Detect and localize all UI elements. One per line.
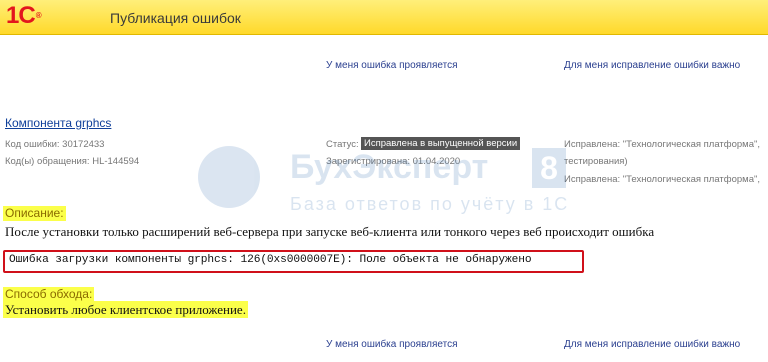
watermark-tagline: База ответов по учёту в 1С <box>290 194 570 214</box>
fix-important-link-bottom[interactable]: Для меня исправление ошибки важно <box>564 339 740 350</box>
1c-logo: 1С® <box>6 3 56 29</box>
logo-text: 1С <box>6 2 36 29</box>
appeal-codes: Код(ы) обращения: HL-144594 <box>5 156 140 167</box>
watermark-number: 8 <box>532 148 566 188</box>
header-bar: 1С® Публикация ошибок <box>0 0 768 35</box>
registered-date: Зарегистрирована: 01.04.2020 <box>326 156 461 167</box>
fixed-in-line2: тестирования) <box>564 156 628 167</box>
owl-logo-icon <box>198 146 260 208</box>
has-error-link-bottom[interactable]: У меня ошибка проявляется <box>326 339 458 350</box>
error-message-box: Ошибка загрузки компоненты grphcs: 126(0… <box>3 250 584 273</box>
description-text: После установки только расширений веб-се… <box>5 224 655 239</box>
component-title-link[interactable]: Компонента grphcs <box>5 116 111 130</box>
fixed-in-line3: Исправлена: "Технологическая платформа", <box>564 174 760 185</box>
status-label: Статус: <box>326 139 359 150</box>
workaround-text: Установить любое клиентское приложение. <box>3 301 248 318</box>
watermark-name: БухЭксперт <box>290 148 489 186</box>
logo-registered-mark: ® <box>35 11 42 20</box>
error-message-text: Ошибка загрузки компоненты grphcs: 126(0… <box>9 254 532 266</box>
description-label: Описание: <box>3 206 66 221</box>
has-error-link-top[interactable]: У меня ошибка проявляется <box>326 60 458 71</box>
error-code: Код ошибки: 30172433 <box>5 139 105 150</box>
page-title: Публикация ошибок <box>110 10 241 26</box>
status-badge: Исправлена в выпущенной версии <box>361 137 521 150</box>
fixed-in-line1: Исправлена: "Технологическая платформа", <box>564 139 760 150</box>
workaround-label: Способ обхода: <box>3 287 95 302</box>
fix-important-link-top[interactable]: Для меня исправление ошибки важно <box>564 60 740 71</box>
